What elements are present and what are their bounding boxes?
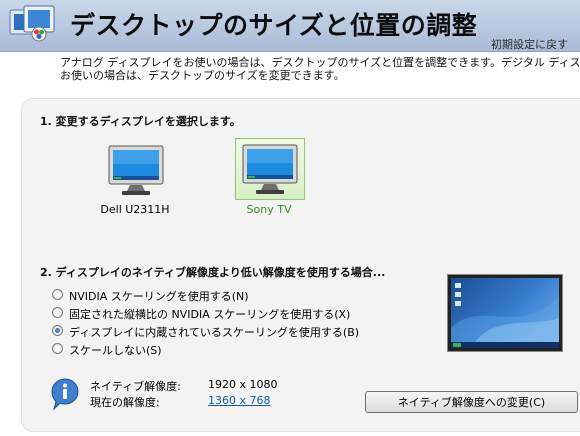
radio-button[interactable] [52, 343, 63, 354]
restore-defaults-link[interactable]: 初期設定に戻す [491, 36, 568, 52]
change-to-native-button[interactable]: ネイティブ解像度への変更(C) [365, 391, 578, 413]
desktop-preview [448, 275, 562, 351]
description-line-2: お使いの場合は、デスクトップのサイズを変更できます。 [60, 69, 345, 82]
radio-button[interactable] [52, 307, 63, 318]
radio-label: NVIDIA スケーリングを使用する(N) [69, 290, 249, 303]
info-icon [51, 378, 79, 411]
native-resolution-value: 1920 x 1080 [208, 378, 278, 391]
section-2-heading: 2. ディスプレイのネイティブ解像度より低い解像度を使用する場合... [40, 266, 386, 279]
display-tile-dell[interactable] [101, 139, 171, 201]
display-settings-icon [9, 5, 55, 42]
section-1-heading: 1. 変更するディスプレイを選択します。 [40, 115, 241, 128]
monitor-icon [108, 145, 164, 195]
radio-dot [55, 328, 60, 333]
description-text: アナログ ディスプレイをお使いの場合は、デスクトップのサイズと位置を調整できます… [60, 56, 580, 82]
settings-panel: 1. 変更するディスプレイを選択します。 Dell U2311H Sony TV… [21, 98, 580, 432]
radio-button-checked[interactable] [52, 325, 63, 336]
current-resolution-link[interactable]: 1360 x 768 [208, 394, 271, 407]
native-resolution-label: ネイティブ解像度: [90, 380, 181, 393]
header-banner: デスクトップのサイズと位置の調整 初期設定に戻す [0, 0, 580, 52]
display-tile-sony[interactable] [235, 138, 305, 200]
current-resolution-label: 現在の解像度: [90, 396, 160, 409]
display-label-dell: Dell U2311H [100, 203, 170, 216]
monitor-icon [242, 144, 298, 194]
display-label-sony: Sony TV [246, 203, 292, 216]
page-title: デスクトップのサイズと位置の調整 [70, 11, 478, 40]
radio-button[interactable] [52, 289, 63, 300]
desktop-preview-image [451, 283, 559, 348]
radio-label: 固定された縦横比の NVIDIA スケーリングを使用する(X) [69, 308, 351, 321]
description-line-1: アナログ ディスプレイをお使いの場合は、デスクトップのサイズと位置を調整できます… [60, 56, 580, 69]
radio-label: ディスプレイに内蔵されているスケーリングを使用する(B) [69, 326, 360, 339]
radio-label: スケールしない(S) [69, 344, 162, 357]
